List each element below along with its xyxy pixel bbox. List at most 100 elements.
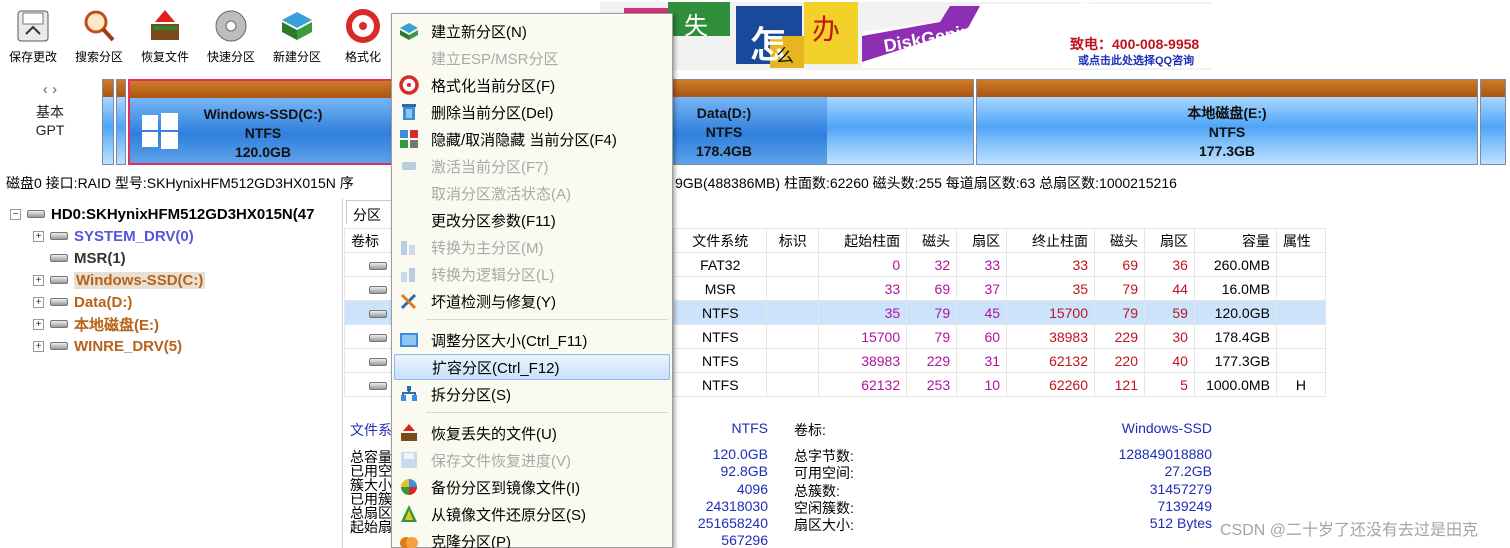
col-start-head[interactable]: 磁头: [906, 228, 958, 253]
new-partition-button[interactable]: 新建分区: [264, 6, 330, 70]
tree-item-system-drv[interactable]: + SYSTEM_DRV(0): [33, 225, 194, 247]
tree-item-label: Windows-SSD(C:): [74, 271, 206, 289]
recover-file-icon: [401, 424, 417, 441]
partition-context-menu: 建立新分区(N) 建立ESP/MSR分区 格式化当前分区(F) 删除当前分区(D…: [391, 13, 673, 548]
blank-icon: [399, 48, 419, 68]
collapse-icon[interactable]: −: [10, 208, 21, 220]
quick-partition-button[interactable]: 快速分区: [198, 6, 264, 70]
menu-item-hide-partition[interactable]: 隐藏/取消隐藏 当前分区(F4): [394, 126, 670, 152]
used-space-value: 92.8GB: [720, 463, 768, 479]
tree-root-disk[interactable]: − HD0:SKHynixHFM512GD3HX015N(47: [10, 203, 314, 225]
format-button[interactable]: 格式化: [330, 6, 396, 70]
partition-e-name: 本地磁盘(E:): [1187, 105, 1267, 121]
quick-partition-icon: [215, 10, 247, 42]
partition-block-e[interactable]: 本地磁盘(E:) NTFS 177.3GB: [976, 79, 1478, 165]
tree-item-msr[interactable]: MSR(1): [50, 247, 126, 269]
menu-item-label: 建立ESP/MSR分区: [431, 50, 559, 68]
expand-icon[interactable]: +: [33, 340, 44, 352]
menu-item-label: 转换为逻辑分区(L): [431, 266, 555, 284]
menu-item-activate-partition[interactable]: 激活当前分区(F7): [394, 153, 670, 179]
menu-item-convert-primary[interactable]: 转换为主分区(M): [394, 234, 670, 260]
sector-size-value: 512 Bytes: [1149, 515, 1212, 531]
recover-files-button[interactable]: 恢复文件: [132, 6, 198, 70]
menu-item-delete-partition[interactable]: 删除当前分区(Del): [394, 99, 670, 125]
tab-partition-params[interactable]: 分区参: [346, 200, 396, 243]
table-cell: H: [1275, 372, 1327, 397]
menu-item-convert-logical[interactable]: 转换为逻辑分区(L): [394, 261, 670, 287]
menu-item-restore-from-image[interactable]: 从镜像文件还原分区(S): [394, 501, 670, 527]
col-capacity[interactable]: 容量: [1193, 228, 1277, 253]
menu-item-label: 更改分区参数(F11): [431, 212, 556, 230]
col-filesystem[interactable]: 文件系统: [673, 228, 768, 253]
search-partition-button[interactable]: 搜索分区: [66, 6, 132, 70]
menu-item-clone-partition[interactable]: 克隆分区(P): [394, 528, 670, 548]
menu-item-create-esp-msr[interactable]: 建立ESP/MSR分区: [394, 45, 670, 71]
banner-char-5: 办: [812, 14, 841, 45]
banner-char-2: 失: [684, 13, 708, 40]
menu-item-split-partition[interactable]: 拆分分区(S): [394, 381, 670, 407]
partition-icon: [369, 333, 387, 342]
menu-item-backup-to-image[interactable]: 备份分区到镜像文件(I): [394, 474, 670, 500]
partition-block-winre[interactable]: [1480, 79, 1506, 165]
menu-item-label: 建立新分区(N): [431, 23, 527, 41]
partition-icon: [50, 342, 68, 350]
tree-item-local-disk-e[interactable]: + 本地磁盘(E:): [33, 313, 159, 335]
advert-banner[interactable]: 丢 失 怎 么 办 DiskGenius 团队为您服务 致电：400-008-9…: [600, 2, 1212, 70]
expand-icon[interactable]: +: [33, 230, 44, 242]
partition-c-name: Windows-SSD(C:): [203, 106, 323, 122]
table-cell: NTFS: [673, 372, 768, 397]
col-attr[interactable]: 属性: [1275, 228, 1327, 253]
col-end-cyl[interactable]: 终止柱面: [1006, 228, 1096, 253]
col-end-head[interactable]: 磁头: [1094, 228, 1145, 253]
tree-item-winre-drv[interactable]: + WINRE_DRV(5): [33, 335, 182, 357]
table-cell: 177.3GB: [1193, 348, 1277, 373]
col-id[interactable]: 标识: [766, 228, 820, 253]
partition-block-c[interactable]: Windows-SSD(C:) NTFS 120.0GB: [128, 79, 398, 165]
table-cell: 16.0MB: [1193, 276, 1277, 301]
col-start-cyl[interactable]: 起始柱面: [818, 228, 908, 253]
menu-item-recover-lost-files[interactable]: 恢复丢失的文件(U): [394, 420, 670, 446]
expand-icon[interactable]: +: [33, 274, 44, 286]
diskgenius-window: 保存更改 搜索分区 恢复文件 快速分区 新建分区 格式化 失 怎 么 办 Dis…: [0, 0, 1510, 548]
expand-icon[interactable]: +: [33, 318, 44, 330]
partition-block-system[interactable]: [102, 79, 114, 165]
fs-label: 文件系: [350, 422, 392, 438]
save-changes-button[interactable]: 保存更改: [0, 6, 66, 70]
menu-item-resize-partition[interactable]: 调整分区大小(Ctrl_F11): [394, 327, 670, 353]
table-cell: 0: [818, 252, 908, 277]
menu-item-change-params[interactable]: 更改分区参数(F11): [394, 207, 670, 233]
quick-partition-label: 快速分区: [206, 50, 255, 64]
table-cell: 62260: [1006, 372, 1096, 397]
table-cell: 79: [906, 324, 958, 349]
table-cell: 35: [1006, 276, 1096, 301]
partition-block-msr[interactable]: [116, 79, 126, 165]
col-end-sector[interactable]: 扇区: [1143, 228, 1195, 253]
expand-icon[interactable]: +: [33, 296, 44, 308]
partition-icon: [369, 285, 387, 294]
menu-item-label: 保存文件恢复进度(V): [431, 452, 571, 470]
menu-item-label: 从镜像文件还原分区(S): [431, 506, 586, 524]
start-sector-value: 567296: [721, 532, 768, 548]
table-cell: MSR: [673, 276, 768, 301]
start-sector-label: 起始扇: [350, 519, 392, 535]
menu-item-save-recovery-progress[interactable]: 保存文件恢复进度(V): [394, 447, 670, 473]
search-icon: [84, 10, 115, 42]
col-start-sector[interactable]: 扇区: [956, 228, 1008, 253]
table-cell: [1275, 252, 1327, 277]
menu-item-bad-sector-repair[interactable]: 坏道检测与修复(Y): [394, 288, 670, 314]
disk-nav-arrows[interactable]: ‹ ›: [0, 81, 100, 98]
menu-item-extend-partition[interactable]: 扩容分区(Ctrl_F12): [394, 354, 670, 380]
menu-item-format-partition[interactable]: 格式化当前分区(F): [394, 72, 670, 98]
split-icon: [401, 386, 417, 401]
save-changes-label: 保存更改: [8, 50, 57, 64]
partition-icon: [369, 309, 387, 318]
tree-item-windows-ssd[interactable]: + Windows-SSD(C:): [33, 269, 206, 291]
backup-image-icon: [401, 479, 417, 495]
menu-item-deactivate-partition[interactable]: 取消分区激活状态(A): [394, 180, 670, 206]
menu-item-label: 删除当前分区(Del): [431, 104, 554, 122]
menu-item-new-partition[interactable]: 建立新分区(N): [394, 18, 670, 44]
table-cell: 5: [1143, 372, 1195, 397]
tree-item-data[interactable]: + Data(D:): [33, 291, 132, 313]
banner-qq: 或点击此处选择QQ咨询: [1078, 55, 1195, 67]
table-cell: [766, 324, 820, 349]
